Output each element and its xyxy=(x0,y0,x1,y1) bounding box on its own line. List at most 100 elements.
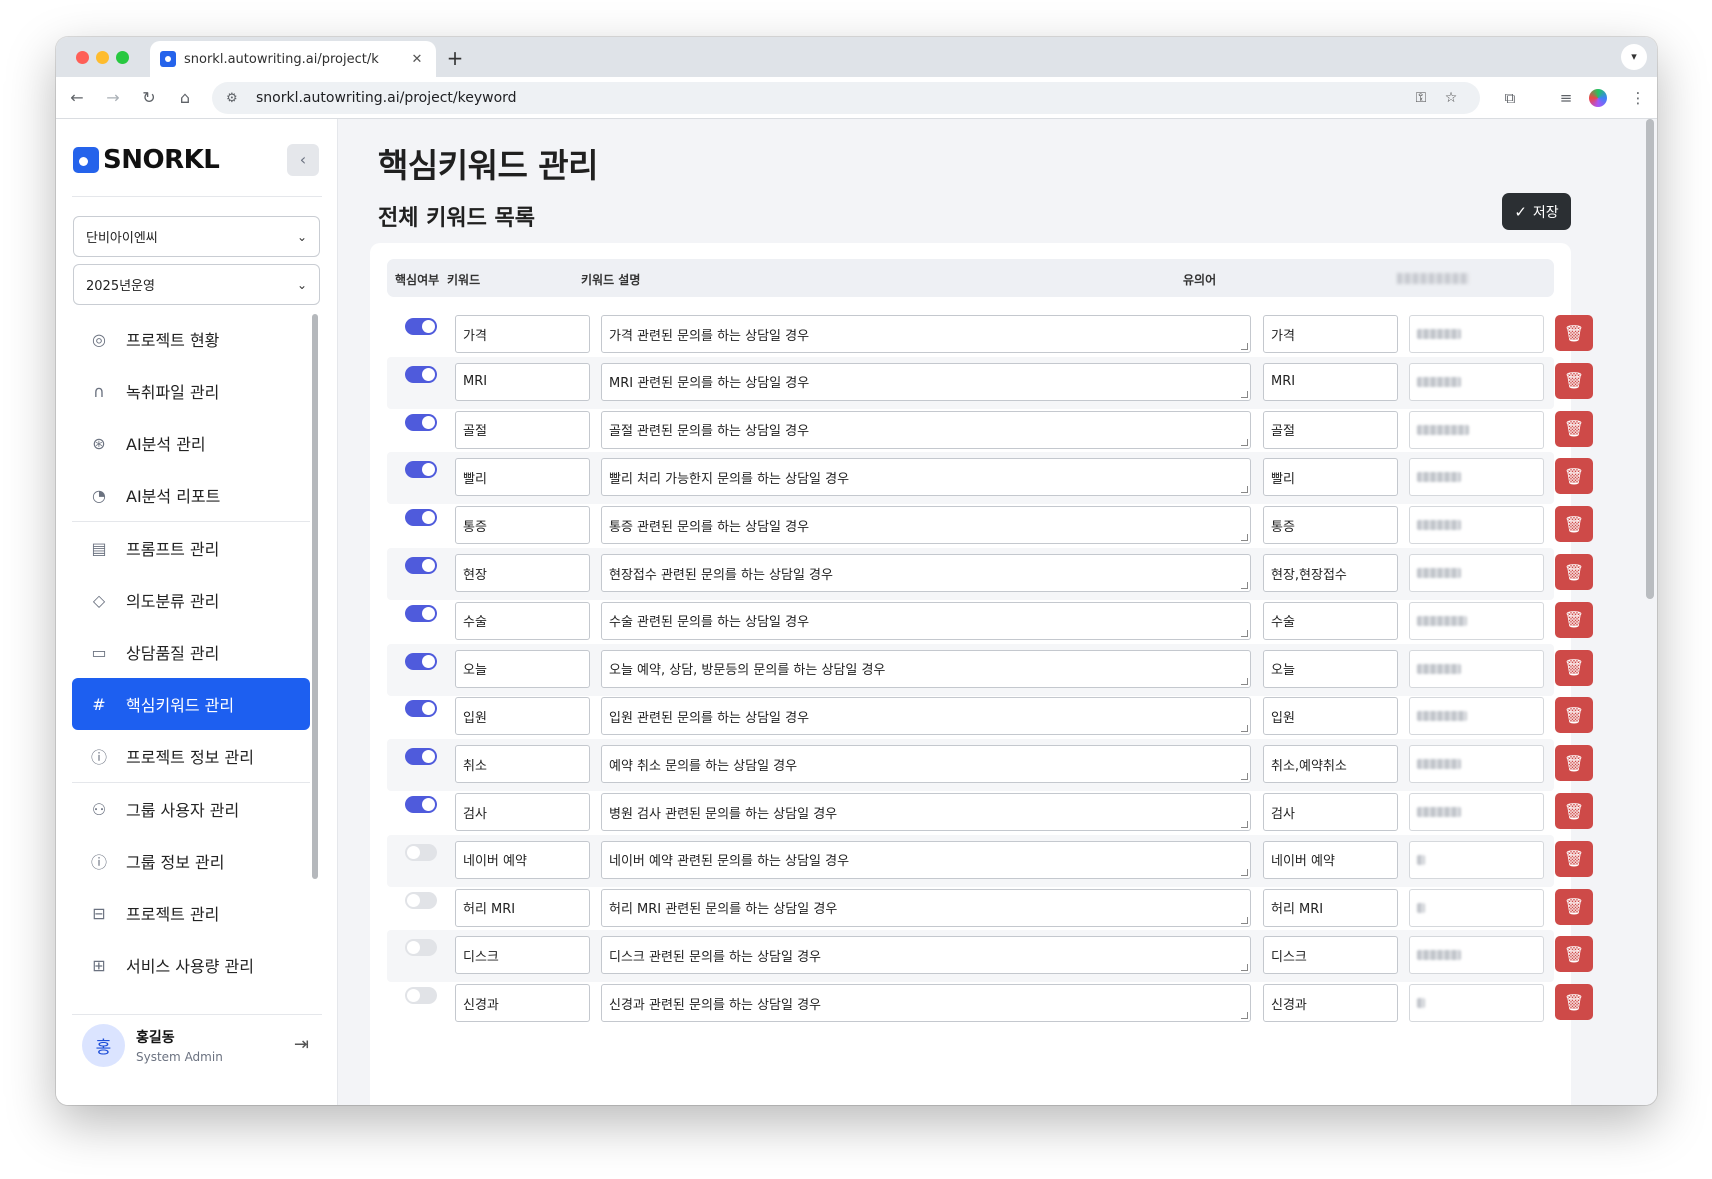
delete-row-button[interactable]: 🗑 xyxy=(1555,745,1593,782)
synonym-input[interactable]: 가격 xyxy=(1263,315,1398,353)
description-input[interactable]: 골절 관련된 문의를 하는 상담일 경우 xyxy=(601,410,1251,449)
tab-search-button[interactable]: ▾ xyxy=(1621,44,1647,70)
profile-avatar-icon[interactable] xyxy=(1589,89,1607,107)
delete-row-button[interactable]: 🗑 xyxy=(1555,936,1593,973)
core-toggle[interactable] xyxy=(405,843,437,861)
delete-row-button[interactable]: 🗑 xyxy=(1555,315,1593,351)
sidebar-item[interactable]: ∩ 녹취파일 관리 xyxy=(72,365,310,417)
browser-tab[interactable]: snorkl.autowriting.ai/project/k ✕ xyxy=(150,41,436,77)
synonym-input[interactable]: 오늘 xyxy=(1263,649,1398,688)
synonym-input[interactable]: 신경과 xyxy=(1263,984,1398,1023)
sidebar-item[interactable]: ⊛ AI분석 관리 xyxy=(72,417,310,469)
redacted-input[interactable] xyxy=(1409,315,1544,353)
description-input[interactable]: 입원 관련된 문의를 하는 상담일 경우 xyxy=(601,697,1251,736)
sidebar-item[interactable]: ⓘ 그룹 정보 관리 xyxy=(72,835,310,887)
core-toggle[interactable] xyxy=(405,557,437,574)
core-toggle[interactable] xyxy=(405,891,437,909)
keyword-input[interactable]: 입원 xyxy=(455,697,590,736)
redacted-input[interactable] xyxy=(1409,362,1544,401)
core-toggle[interactable] xyxy=(405,796,437,813)
synonym-input[interactable]: 입원 xyxy=(1263,697,1398,736)
redacted-input[interactable] xyxy=(1409,745,1544,784)
redacted-input[interactable] xyxy=(1409,697,1544,736)
main-scrollbar[interactable] xyxy=(1646,119,1654,599)
back-icon[interactable]: ← xyxy=(64,85,90,111)
forward-icon[interactable]: → xyxy=(100,85,126,111)
redacted-input[interactable] xyxy=(1409,506,1544,545)
keyword-input[interactable]: 신경과 xyxy=(455,984,590,1023)
core-toggle[interactable] xyxy=(405,604,437,622)
core-toggle[interactable] xyxy=(405,461,437,479)
redacted-input[interactable] xyxy=(1409,601,1544,640)
keyword-input[interactable]: 가격 xyxy=(455,315,590,353)
core-toggle[interactable] xyxy=(405,509,437,527)
delete-row-button[interactable]: 🗑 xyxy=(1555,888,1593,925)
sidebar-item[interactable]: ⚇ 그룹 사용자 관리 xyxy=(72,783,310,835)
tab-close-icon[interactable]: ✕ xyxy=(408,52,426,67)
key-icon[interactable]: ⚿ xyxy=(1406,90,1436,106)
description-input[interactable]: 허리 MRI 관련된 문의를 하는 상담일 경우 xyxy=(601,888,1251,927)
keyword-input[interactable]: 허리 MRI xyxy=(455,888,590,927)
core-toggle[interactable] xyxy=(405,652,437,670)
address-bar[interactable]: ⚙ snorkl.autowriting.ai/project/keyword … xyxy=(212,82,1480,114)
media-icon[interactable]: ≡ xyxy=(1552,85,1580,111)
sidebar-item[interactable]: ⊞ 서비스 사용량 관리 xyxy=(72,939,310,991)
keyword-input[interactable]: 오늘 xyxy=(455,649,590,688)
sidebar-item[interactable]: ◇ 의도분류 관리 xyxy=(72,574,310,626)
description-input[interactable]: 네이버 예약 관련된 문의를 하는 상담일 경우 xyxy=(601,840,1251,879)
synonym-input[interactable]: 네이버 예약 xyxy=(1263,840,1398,879)
redacted-input[interactable] xyxy=(1409,936,1544,975)
home-icon[interactable]: ⌂ xyxy=(172,85,198,111)
sidebar-item[interactable]: ▭ 상담품질 관리 xyxy=(72,626,310,678)
description-input[interactable]: MRI 관련된 문의를 하는 상담일 경우 xyxy=(601,362,1251,401)
bookmark-star-icon[interactable]: ☆ xyxy=(1436,90,1466,106)
minimize-window-button[interactable] xyxy=(96,51,109,64)
redacted-input[interactable] xyxy=(1409,458,1544,497)
redacted-input[interactable] xyxy=(1409,888,1544,927)
sidebar-item[interactable]: ◎ 프로젝트 현황 xyxy=(72,313,310,365)
synonym-input[interactable]: 빨리 xyxy=(1263,458,1398,497)
sidebar-item[interactable]: ▤ 프롬프트 관리 xyxy=(72,522,310,574)
core-toggle[interactable] xyxy=(405,318,437,335)
synonym-input[interactable]: MRI xyxy=(1263,362,1398,401)
keyword-input[interactable]: 빨리 xyxy=(455,458,590,497)
sidebar-scrollbar[interactable] xyxy=(312,314,318,879)
redacted-input[interactable] xyxy=(1409,649,1544,688)
description-input[interactable]: 현장접수 관련된 문의를 하는 상담일 경우 xyxy=(601,554,1251,592)
keyword-input[interactable]: 네이버 예약 xyxy=(455,840,590,879)
new-tab-button[interactable]: + xyxy=(442,45,468,71)
keyword-input[interactable]: 검사 xyxy=(455,793,590,831)
extensions-icon[interactable]: ⧉ xyxy=(1496,85,1524,111)
keyword-input[interactable]: 수술 xyxy=(455,601,590,640)
description-input[interactable]: 병원 검사 관련된 문의를 하는 상담일 경우 xyxy=(601,793,1251,831)
close-window-button[interactable] xyxy=(76,51,89,64)
redacted-input[interactable] xyxy=(1409,554,1544,592)
keyword-input[interactable]: 디스크 xyxy=(455,936,590,975)
description-input[interactable]: 신경과 관련된 문의를 하는 상담일 경우 xyxy=(601,984,1251,1023)
synonym-input[interactable]: 수술 xyxy=(1263,601,1398,640)
description-input[interactable]: 디스크 관련된 문의를 하는 상담일 경우 xyxy=(601,936,1251,975)
core-toggle[interactable] xyxy=(405,987,437,1005)
delete-row-button[interactable]: 🗑 xyxy=(1555,458,1593,495)
delete-row-button[interactable]: 🗑 xyxy=(1555,410,1593,447)
collapse-sidebar-button[interactable]: ‹ xyxy=(287,144,319,176)
delete-row-button[interactable]: 🗑 xyxy=(1555,984,1593,1021)
keyword-input[interactable]: 통증 xyxy=(455,506,590,545)
sidebar-item[interactable]: # 핵심키워드 관리 xyxy=(72,678,310,730)
sidebar-item[interactable]: ◔ AI분석 리포트 xyxy=(72,469,310,521)
delete-row-button[interactable]: 🗑 xyxy=(1555,793,1593,829)
delete-row-button[interactable]: 🗑 xyxy=(1555,506,1593,543)
sidebar-item[interactable]: ⓘ 프로젝트 정보 관리 xyxy=(72,730,310,782)
synonym-input[interactable]: 통증 xyxy=(1263,506,1398,545)
description-input[interactable]: 예약 취소 문의를 하는 상담일 경우 xyxy=(601,745,1251,784)
description-input[interactable]: 통증 관련된 문의를 하는 상담일 경우 xyxy=(601,506,1251,545)
delete-row-button[interactable]: 🗑 xyxy=(1555,554,1593,590)
keyword-input[interactable]: 현장 xyxy=(455,554,590,592)
period-select[interactable]: 2025년운영 ⌄ xyxy=(73,264,320,305)
synonym-input[interactable]: 허리 MRI xyxy=(1263,888,1398,927)
delete-row-button[interactable]: 🗑 xyxy=(1555,601,1593,638)
redacted-input[interactable] xyxy=(1409,840,1544,879)
redacted-input[interactable] xyxy=(1409,984,1544,1023)
maximize-window-button[interactable] xyxy=(116,51,129,64)
synonym-input[interactable]: 현장,현장접수 xyxy=(1263,554,1398,592)
